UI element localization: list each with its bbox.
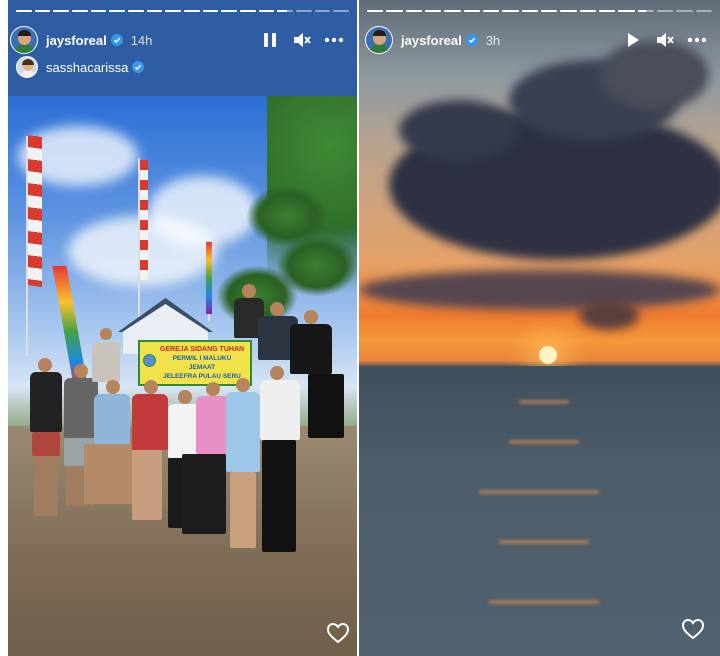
progress-segment [502, 10, 519, 12]
progress-segment [386, 10, 403, 12]
progress-segment [482, 10, 500, 12]
progress-segment [184, 10, 200, 12]
progress-segment [598, 10, 616, 12]
progress-segment [695, 10, 712, 12]
sign-line-3: JEMAAT [188, 364, 216, 371]
progress-segment [560, 10, 577, 12]
progress-segment [277, 10, 294, 12]
progress-segment [221, 10, 238, 12]
story-photo-sunset [359, 0, 720, 656]
progress-segment [53, 10, 70, 12]
progress-segment [463, 10, 480, 12]
heart-icon[interactable] [326, 622, 350, 644]
progress-segment [424, 10, 442, 12]
progress-segment [90, 10, 107, 12]
church-sign: GEREJA SIDANG TUHAN PERWIL I MALUKU JEMA… [138, 340, 252, 386]
post-time: 3h [485, 32, 501, 48]
verified-badge-icon [132, 61, 145, 73]
progress-segment [202, 10, 219, 12]
collaborator-row[interactable]: sasshacarissa [16, 56, 145, 78]
progress-segment [444, 10, 461, 12]
progress-segment [333, 10, 350, 12]
progress-segment [109, 10, 126, 12]
collaborator-username[interactable]: sasshacarissa [46, 60, 128, 75]
progress-segment [637, 10, 654, 12]
story-header: jaysforeal 3h [359, 26, 720, 54]
pause-icon[interactable] [259, 29, 281, 51]
story-right[interactable]: jaysforeal 3h [359, 0, 720, 656]
progress-segment [521, 10, 538, 12]
progress-segment [240, 10, 256, 12]
progress-segment [258, 10, 275, 12]
sign-line-1: GEREJA SIDANG TUHAN [159, 346, 245, 353]
collaborator-avatar[interactable] [16, 56, 38, 78]
verified-badge-icon [465, 34, 478, 46]
more-icon[interactable] [686, 29, 708, 51]
progress-segment [16, 10, 32, 12]
progress-segment [34, 10, 51, 12]
progress-segment [405, 10, 422, 12]
progress-segment [579, 10, 596, 12]
progress-segment [367, 10, 384, 12]
progress-segment [72, 10, 88, 12]
story-progress-bar [367, 10, 712, 13]
sign-line-4: JELEEFRA PULAU SERU [163, 373, 241, 380]
post-time: 14h [130, 32, 153, 48]
progress-segment [296, 10, 312, 12]
story-progress-bar [16, 10, 350, 13]
progress-segment [314, 10, 331, 12]
mute-icon[interactable] [291, 29, 313, 51]
progress-segment [618, 10, 635, 12]
avatar[interactable] [365, 26, 393, 54]
heart-icon[interactable] [681, 618, 705, 640]
progress-segment [128, 10, 144, 12]
username[interactable]: jaysforeal [46, 33, 107, 48]
avatar[interactable] [10, 26, 38, 54]
progress-segment [676, 10, 693, 12]
verified-badge-icon [110, 34, 123, 46]
more-icon[interactable] [323, 29, 345, 51]
stories-viewer: GEREJA SIDANG TUHAN PERWIL I MALUKU JEMA… [0, 0, 720, 656]
story-header: jaysforeal 14h [8, 26, 357, 54]
sign-line-2: PERWIL I MALUKU [172, 355, 232, 362]
progress-segment [165, 10, 182, 12]
username[interactable]: jaysforeal [401, 33, 462, 48]
progress-segment [656, 10, 674, 12]
story-left[interactable]: GEREJA SIDANG TUHAN PERWIL I MALUKU JEMA… [8, 0, 357, 656]
progress-segment [540, 10, 558, 12]
play-icon[interactable] [622, 29, 644, 51]
progress-segment [146, 10, 163, 12]
story-photo-group: GEREJA SIDANG TUHAN PERWIL I MALUKU JEMA… [8, 96, 357, 656]
mute-icon[interactable] [654, 29, 676, 51]
